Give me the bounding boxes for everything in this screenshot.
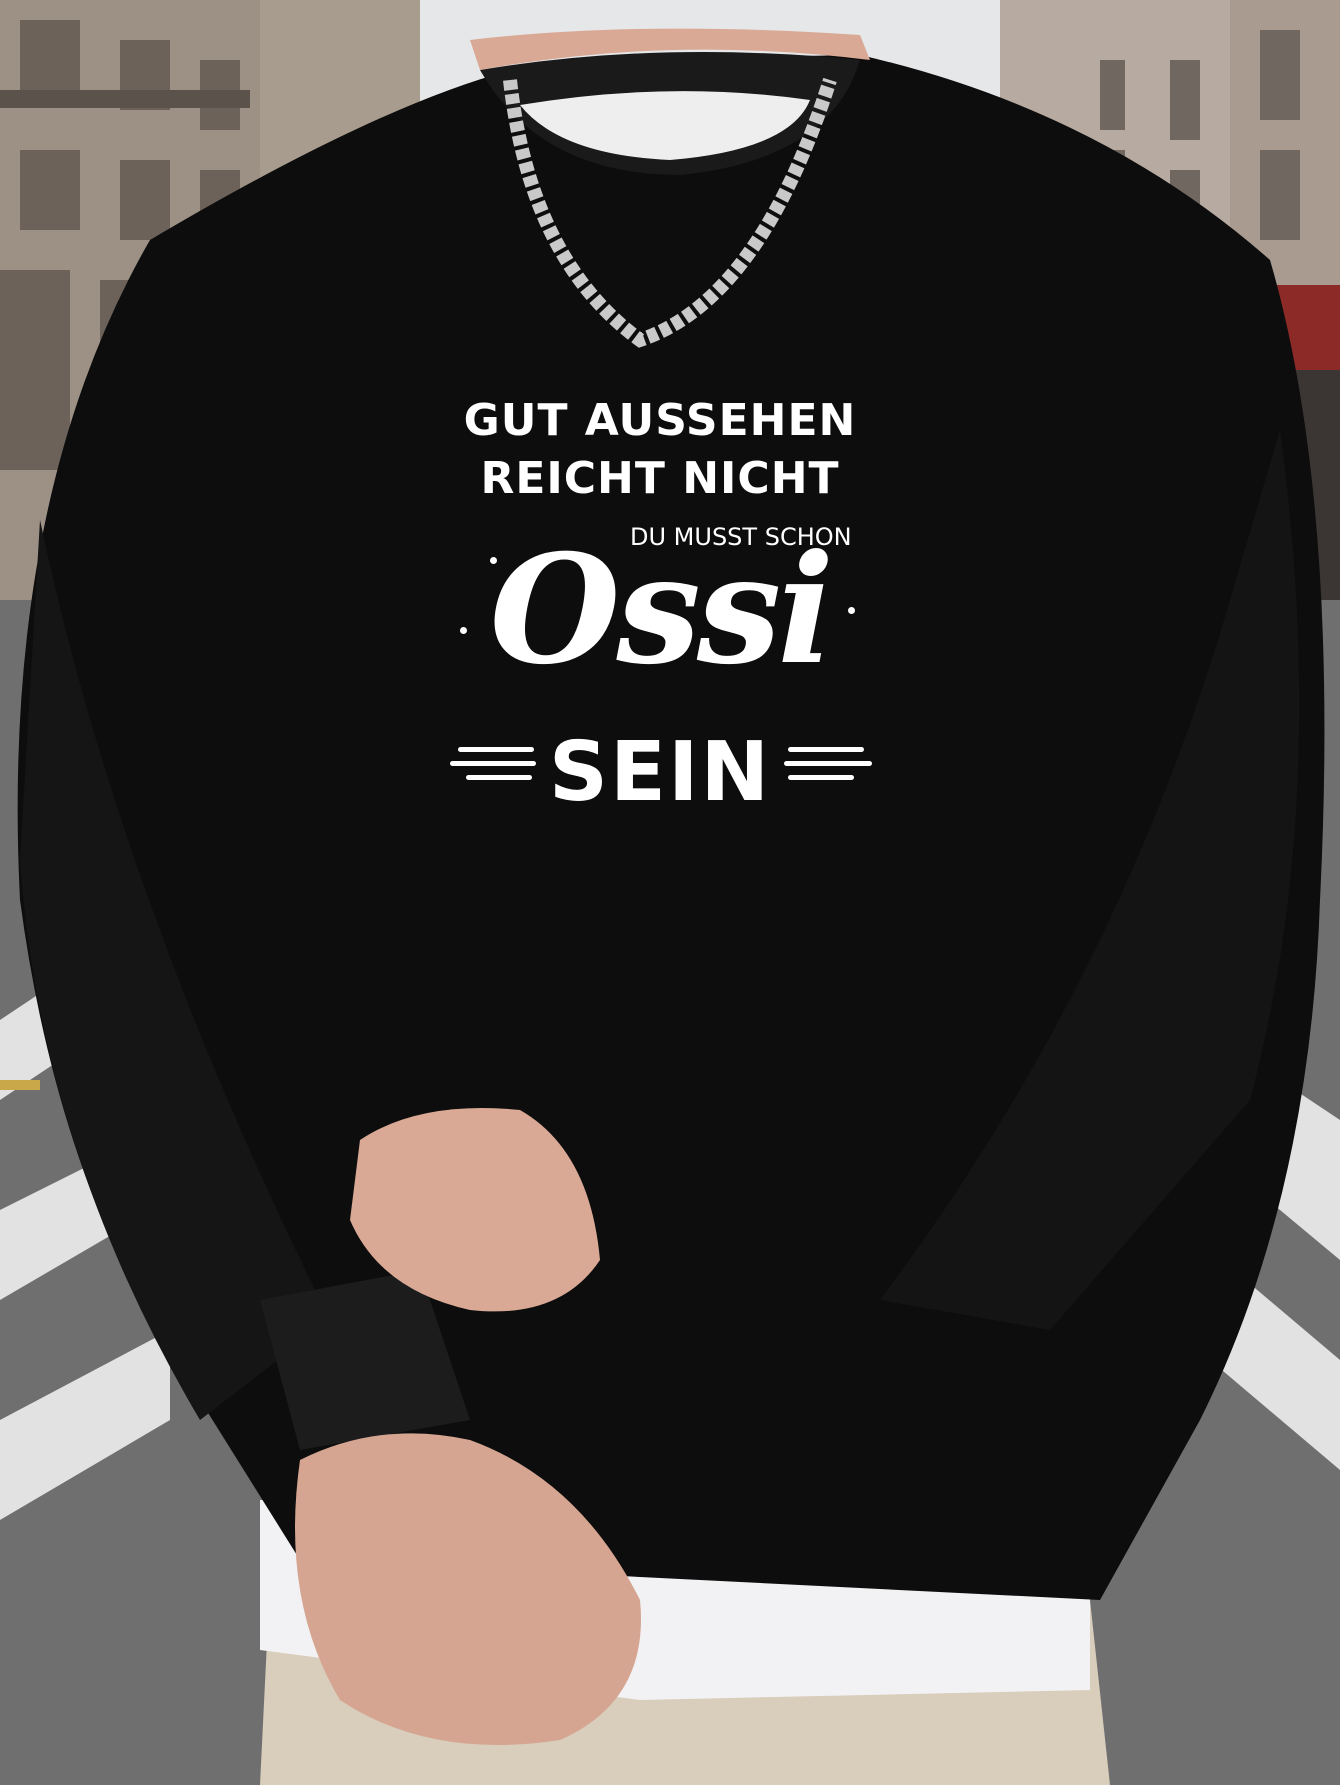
- print-line-1: GUT AUSSEHEN: [463, 395, 857, 446]
- balcony-rail-left: [0, 90, 250, 108]
- print-dash: [466, 775, 532, 780]
- print-line-5: SEIN: [548, 725, 772, 820]
- print-dot: [460, 627, 467, 634]
- print-line-2: REICHT NICHT: [480, 453, 840, 504]
- print-dot: [490, 557, 497, 564]
- yellow-line: [0, 1080, 40, 1090]
- street-background: [0, 0, 1340, 1785]
- sweatshirt-print: GUT AUSSEHEN REICHT NICHT DU MUSST SCHON…: [380, 395, 940, 825]
- print-dash: [788, 775, 854, 780]
- print-dash: [788, 747, 864, 752]
- print-dash: [784, 761, 872, 766]
- print-line-4: Ossi: [489, 522, 835, 698]
- print-dash: [450, 761, 536, 766]
- product-photo: GUT AUSSEHEN REICHT NICHT DU MUSST SCHON…: [0, 0, 1340, 1785]
- print-dash: [458, 747, 534, 752]
- print-dot: [848, 607, 855, 614]
